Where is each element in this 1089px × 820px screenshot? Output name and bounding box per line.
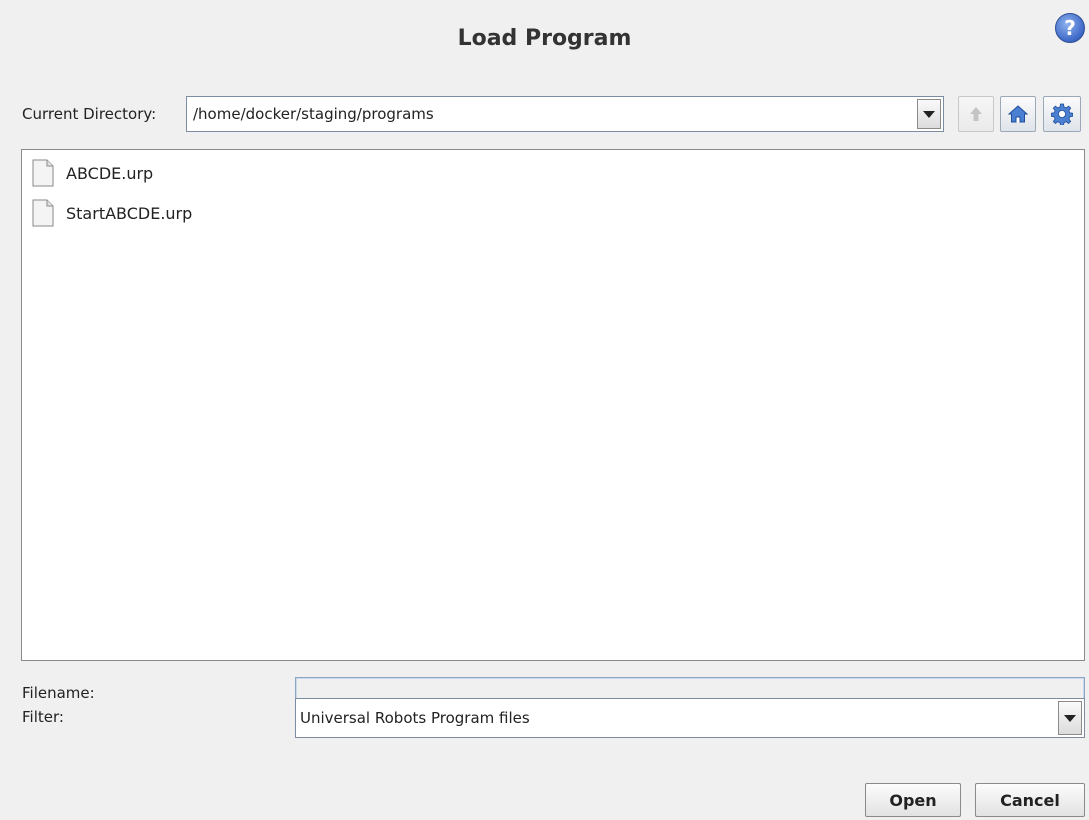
current-directory-dropdown[interactable]: /home/docker/staging/programs (186, 96, 944, 132)
help-button[interactable]: ? (1055, 13, 1085, 43)
settings-button[interactable] (1043, 96, 1081, 132)
current-directory-label: Current Directory: (22, 105, 157, 123)
file-name: ABCDE.urp (66, 163, 154, 183)
filter-value: Universal Robots Program files (300, 709, 530, 727)
cancel-button[interactable]: Cancel (975, 783, 1085, 817)
arrow-up-icon (970, 107, 982, 121)
chevron-down-icon (1064, 714, 1076, 722)
filename-label: Filename: (22, 684, 95, 702)
chevron-down-icon (923, 110, 935, 118)
help-icon: ? (1064, 16, 1076, 40)
file-icon (32, 159, 54, 187)
file-item[interactable]: StartABCDE.urp (32, 198, 192, 228)
open-button[interactable]: Open (865, 783, 961, 817)
current-directory-value: /home/docker/staging/programs (193, 105, 434, 123)
home-icon (1008, 105, 1028, 123)
filter-label: Filter: (22, 708, 64, 726)
filter-dropdown-button[interactable] (1058, 701, 1082, 735)
gear-icon (1051, 103, 1073, 125)
dialog-title: Load Program (457, 26, 632, 51)
file-name: StartABCDE.urp (66, 203, 193, 223)
file-item[interactable]: ABCDE.urp (32, 158, 153, 188)
file-list[interactable]: ABCDE.urp StartABCDE.urp (21, 149, 1085, 661)
filter-dropdown[interactable]: Universal Robots Program files (295, 698, 1085, 738)
parent-directory-button[interactable] (958, 96, 994, 132)
directory-dropdown-button[interactable] (917, 99, 941, 129)
home-directory-button[interactable] (1000, 96, 1036, 132)
file-icon (32, 199, 54, 227)
